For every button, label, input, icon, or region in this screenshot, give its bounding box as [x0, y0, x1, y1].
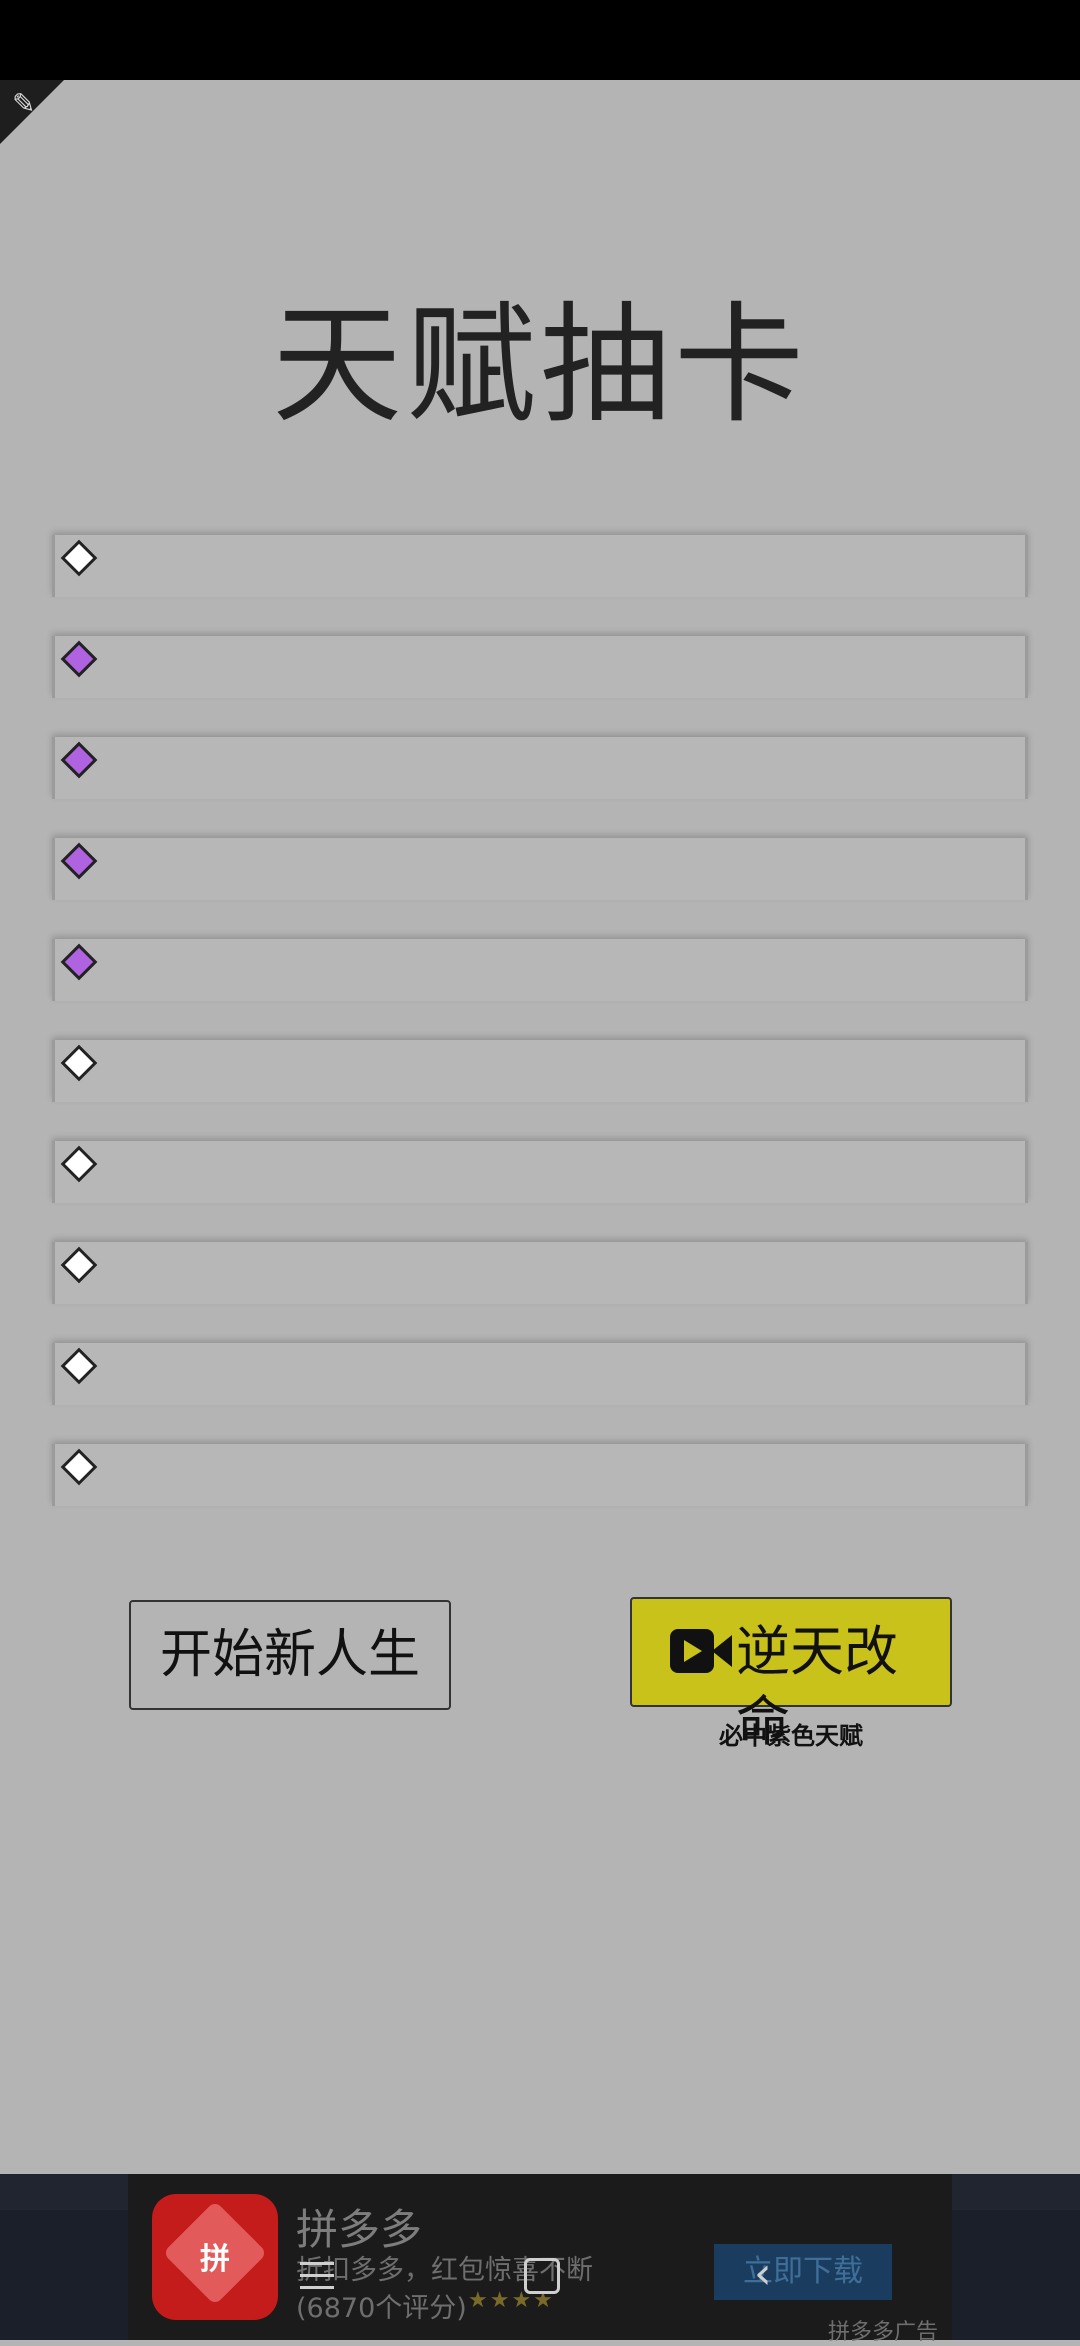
talent-card[interactable] — [52, 737, 1028, 799]
talent-card[interactable] — [52, 535, 1028, 597]
nav-menu-icon[interactable] — [300, 2262, 334, 2298]
revive-subtitle: 必中紫色天赋 — [719, 1722, 863, 1750]
diamond-icon — [60, 842, 98, 880]
video-camera-lens-icon — [712, 1635, 732, 1667]
ad-download-button[interactable]: 立即下载 — [714, 2244, 892, 2300]
diamond-icon — [60, 943, 98, 981]
nav-home-icon[interactable] — [524, 2258, 560, 2294]
diamond-icon — [60, 1448, 98, 1486]
new-life-button[interactable]: 开始新人生 — [129, 1600, 451, 1710]
talent-card[interactable] — [52, 1141, 1028, 1203]
diamond-icon — [60, 1044, 98, 1082]
page-title: 天赋抽卡 — [271, 289, 808, 441]
wrench-icon[interactable]: ✎ — [12, 90, 35, 118]
talent-card[interactable] — [52, 1343, 1028, 1405]
ad-app-logo: 拼 — [152, 2194, 278, 2320]
talent-card[interactable] — [52, 1444, 1028, 1506]
diamond-icon — [60, 1246, 98, 1284]
talent-card[interactable] — [52, 838, 1028, 900]
diamond-icon — [60, 1145, 98, 1183]
diamond-icon — [60, 1347, 98, 1385]
ad-tag: 拼多多广告 — [828, 2320, 939, 2345]
ad-logo-text: 拼 — [200, 2242, 230, 2277]
video-camera-icon — [670, 1629, 714, 1673]
status-bar — [0, 0, 1080, 80]
diamond-icon — [60, 539, 98, 577]
talent-card[interactable] — [52, 1242, 1028, 1304]
diamond-icon — [60, 741, 98, 779]
revive-button[interactable]: 逆天改命 — [630, 1597, 952, 1753]
talent-card[interactable] — [52, 939, 1028, 1001]
nav-back-icon[interactable]: ‹ — [754, 2252, 772, 2296]
talent-card[interactable] — [52, 636, 1028, 698]
ad-banner[interactable]: 拼 拼多多 折扣多多，红包惊喜不断 (6870个评分) ★★★★ 立即下载 拼多… — [128, 2174, 952, 2345]
diamond-icon — [60, 640, 98, 678]
talent-card[interactable] — [52, 1040, 1028, 1102]
